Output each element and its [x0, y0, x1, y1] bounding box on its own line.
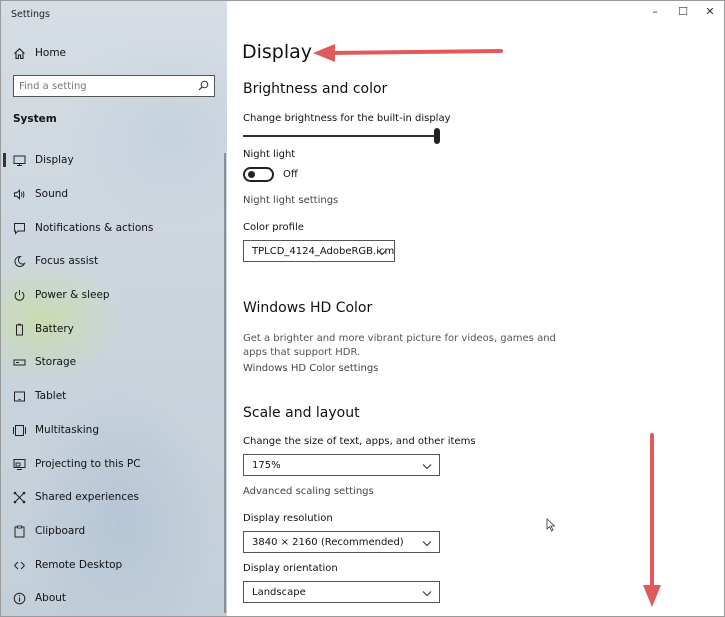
chevron-down-icon [422, 539, 432, 550]
close-button[interactable]: ✕ [700, 5, 720, 18]
settings-window: Settings Home System Display Sound [0, 0, 725, 617]
sidebar-item-multitasking[interactable]: Multitasking [1, 415, 227, 445]
app-title: Settings [11, 9, 50, 20]
speaker-icon [12, 187, 26, 201]
notification-icon [12, 221, 26, 235]
sidebar-item-label: Notifications & actions [35, 222, 154, 234]
annotation-arrow-down [643, 433, 661, 607]
sidebar-item-label: Multitasking [35, 424, 100, 436]
home-label: Home [35, 47, 67, 59]
color-profile-value: TPLCD_4124_AdobeRGB.icm [252, 245, 395, 257]
sidebar-item-shared-experiences[interactable]: Shared experiences [1, 482, 227, 512]
home-icon [12, 46, 26, 60]
annotation-arrow-left [313, 44, 503, 62]
sidebar-item-label: Focus assist [35, 255, 99, 267]
night-light-toggle[interactable] [243, 167, 274, 182]
multitasking-icon [12, 423, 26, 437]
monitor-icon [12, 153, 26, 167]
mouse-cursor-icon [546, 518, 556, 532]
moon-icon [12, 254, 26, 268]
section-label-system: System [13, 113, 57, 125]
sidebar-item-remote-desktop[interactable]: Remote Desktop [1, 550, 227, 580]
scale-heading: Scale and layout [243, 405, 360, 421]
sidebar-item-label: Display [35, 154, 74, 166]
orientation-label: Display orientation [243, 563, 338, 574]
resolution-value: 3840 × 2160 (Recommended) [252, 536, 404, 548]
sidebar-item-label: Storage [35, 356, 77, 368]
maximize-button[interactable]: ☐ [673, 5, 693, 18]
sidebar-item-clipboard[interactable]: Clipboard [1, 516, 227, 546]
sidebar-item-label: Shared experiences [35, 491, 139, 503]
sidebar: Settings Home System Display Sound [1, 1, 227, 616]
tablet-icon [12, 389, 26, 403]
sidebar-item-about[interactable]: About [1, 583, 227, 613]
sidebar-item-tablet[interactable]: Tablet [1, 381, 227, 411]
shared-experiences-icon [12, 490, 26, 504]
sidebar-scrollbar[interactable] [224, 153, 226, 613]
sidebar-item-label: Projecting to this PC [35, 458, 141, 470]
brightness-slider-track[interactable] [243, 135, 437, 137]
sidebar-item-label: Sound [35, 188, 69, 200]
chevron-down-icon [422, 589, 432, 600]
color-profile-dropdown[interactable]: TPLCD_4124_AdobeRGB.icm [243, 240, 395, 262]
sidebar-item-focus-assist[interactable]: Focus assist [1, 246, 227, 276]
sidebar-item-label: Battery [35, 323, 74, 335]
sidebar-item-battery[interactable]: Battery [1, 314, 227, 344]
resolution-label: Display resolution [243, 513, 333, 524]
sidebar-item-notifications[interactable]: Notifications & actions [1, 213, 227, 243]
minimize-button[interactable]: – [645, 5, 665, 18]
sidebar-item-power-sleep[interactable]: Power & sleep [1, 280, 227, 310]
brightness-slider-label: Change brightness for the built-in displ… [243, 113, 451, 124]
sidebar-item-label: About [35, 592, 67, 604]
toggle-knob [248, 171, 255, 178]
brightness-slider-thumb[interactable] [434, 128, 440, 144]
scale-size-label: Change the size of text, apps, and other… [243, 436, 476, 447]
orientation-dropdown[interactable]: Landscape [243, 581, 440, 603]
sidebar-item-sound[interactable]: Sound [1, 179, 227, 209]
sidebar-item-storage[interactable]: Storage [1, 347, 227, 377]
scale-dropdown[interactable]: 175% [243, 454, 440, 476]
night-light-label: Night light [243, 149, 296, 160]
chevron-down-icon [377, 248, 387, 259]
sidebar-item-projecting[interactable]: Projecting to this PC [1, 449, 227, 479]
night-light-state: Off [283, 169, 298, 180]
sidebar-item-label: Power & sleep [35, 289, 110, 301]
color-profile-label: Color profile [243, 222, 304, 233]
battery-icon [12, 322, 26, 336]
sidebar-item-display[interactable]: Display [1, 145, 227, 175]
info-icon [12, 591, 26, 605]
search-box[interactable] [13, 75, 215, 97]
projecting-icon [12, 457, 26, 471]
chevron-down-icon [422, 462, 432, 473]
hd-color-heading: Windows HD Color [243, 300, 373, 316]
resolution-dropdown[interactable]: 3840 × 2160 (Recommended) [243, 531, 440, 553]
sidebar-item-label: Clipboard [35, 525, 86, 537]
home-button[interactable]: Home [1, 38, 227, 68]
hd-color-settings-link[interactable]: Windows HD Color settings [243, 363, 378, 374]
remote-desktop-icon [12, 558, 26, 572]
orientation-value: Landscape [252, 586, 306, 598]
storage-icon [12, 355, 26, 369]
power-icon [12, 288, 26, 302]
search-icon[interactable] [198, 80, 209, 94]
advanced-scaling-link[interactable]: Advanced scaling settings [243, 486, 374, 497]
search-input[interactable] [19, 80, 195, 92]
night-light-settings-link[interactable]: Night light settings [243, 195, 338, 206]
page-title: Display [242, 41, 313, 63]
sidebar-item-label: Tablet [35, 390, 67, 402]
brightness-heading: Brightness and color [243, 81, 388, 97]
hd-color-description: Get a brighter and more vibrant picture … [243, 333, 556, 358]
sidebar-item-label: Remote Desktop [35, 559, 123, 571]
clipboard-icon [12, 524, 26, 538]
scale-value: 175% [252, 459, 281, 471]
